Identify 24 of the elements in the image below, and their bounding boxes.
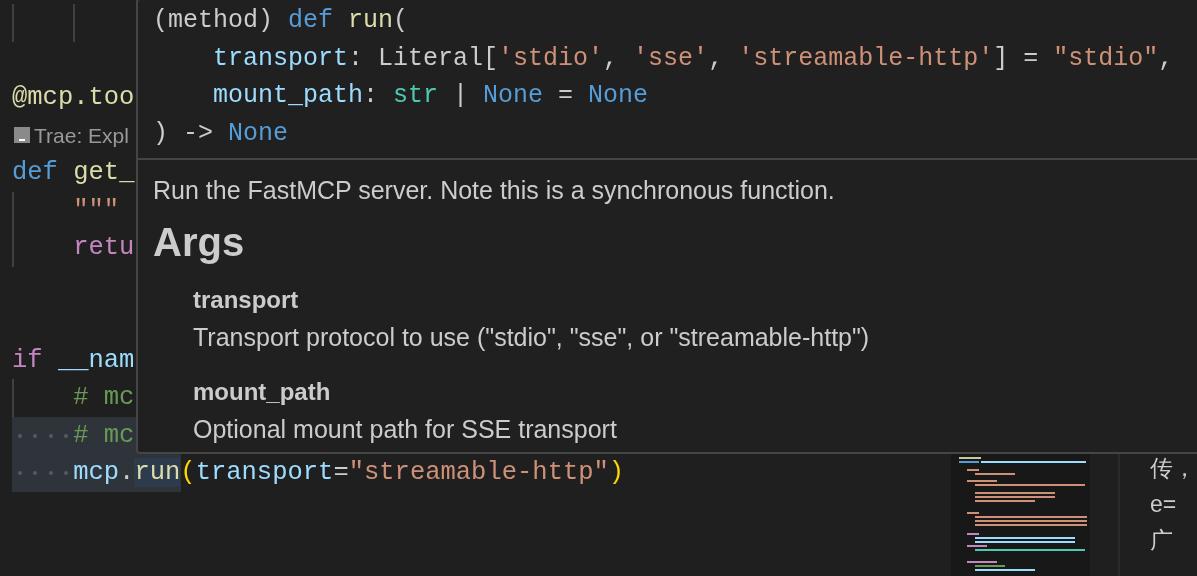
code-line: # mc	[73, 382, 135, 414]
code-line: """	[73, 194, 120, 227]
code-line: retu	[73, 232, 135, 264]
code-line: # mc	[73, 419, 135, 452]
signature-line: transport: Literal['stdio', 'sse', 'streamable-http'] = "stdio",	[212, 42, 1174, 75]
code-line: if __nam	[12, 344, 135, 377]
code-line: mcp.run(transport="streamable-http")	[73, 457, 625, 489]
codelens-icon	[14, 127, 30, 144]
arg-description: Optional mount path for SSE transport	[193, 414, 617, 445]
panel-text: 广	[1150, 526, 1174, 555]
minimap-drawing[interactable]	[951, 453, 1090, 576]
doc-heading: Args	[153, 219, 245, 266]
signature-line: mount_path: str | None = None	[212, 80, 649, 112]
arg-name: transport	[193, 285, 299, 315]
arg-name: mount_path	[193, 377, 331, 407]
signature-line: (method) def run(	[153, 5, 409, 37]
panel-text: 传，	[1150, 454, 1196, 483]
arg-description: Transport protocol to use ("stdio", "sse", or "streamable-http")	[193, 322, 870, 353]
panel-text: e=	[1150, 490, 1178, 519]
codelens-link[interactable]: Trae: Expl	[34, 119, 129, 151]
doc-summary: Run the FastMCP server. Note this is a synchronous function.	[153, 175, 835, 206]
code-line: @mcp.too	[12, 82, 135, 114]
signature-line: ) -> None	[153, 117, 289, 150]
code-line: def get_	[12, 157, 135, 189]
